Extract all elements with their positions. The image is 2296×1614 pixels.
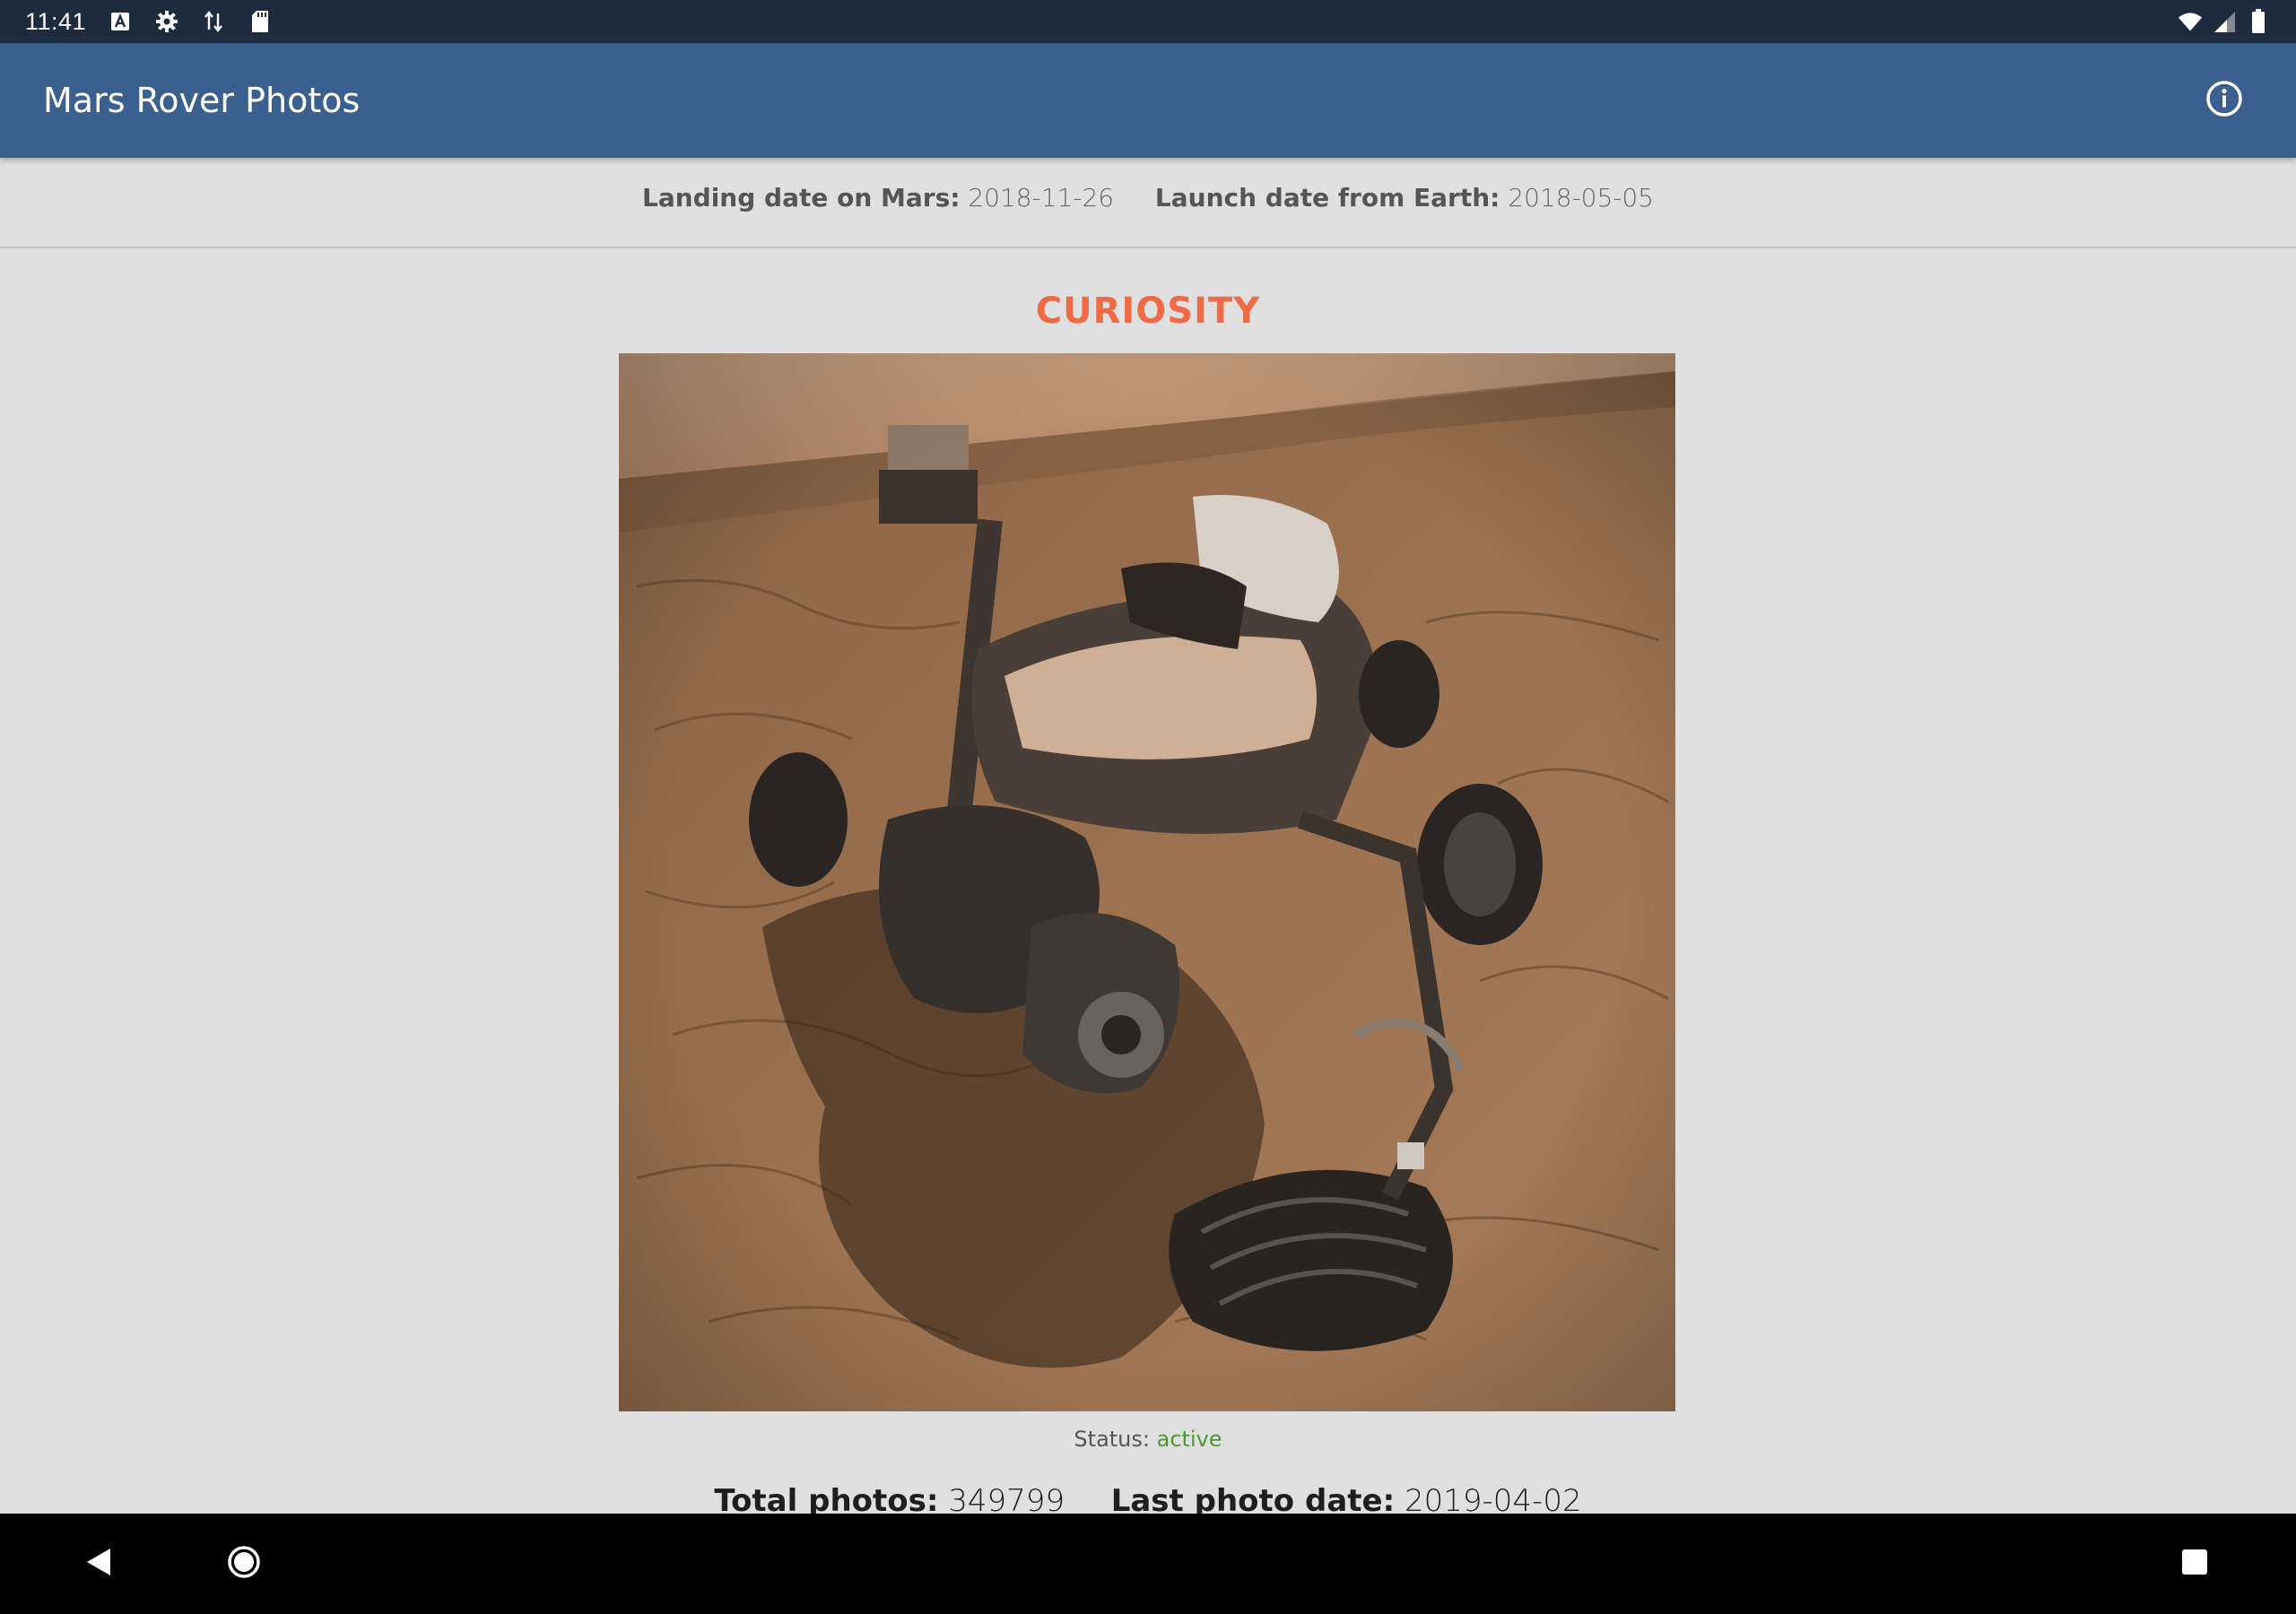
status-value: active [1156,1427,1222,1452]
launch-date-label: Launch date from Earth: [1154,183,1500,213]
rover-photo[interactable] [619,353,1675,1411]
gear-icon [154,9,179,34]
status-right-group [2178,9,2271,34]
app-title: Mars Rover Photos [43,81,361,120]
last-photo-date-value: 2019-04-02 [1405,1483,1582,1514]
total-photos-label: Total photos: [714,1483,939,1514]
previous-rover-dates: Landing date on Mars: 2018-11-26 Launch … [0,183,2296,213]
info-icon [2205,80,2243,121]
back-icon [83,1547,114,1581]
rover-status: Status: active [0,1427,2296,1452]
status-left-group: 11:41 [25,8,273,36]
total-photos-value: 349799 [948,1483,1065,1514]
landing-date-value: 2018-11-26 [968,183,1115,213]
back-button[interactable] [70,1535,127,1592]
data-transfer-icon [201,9,226,34]
system-navigation-bar [0,1514,2296,1614]
recents-button[interactable] [2166,1535,2223,1592]
recents-icon [2180,1548,2209,1580]
signal-icon [2212,9,2237,34]
home-icon [226,1544,262,1584]
landing-date-label: Landing date on Mars: [642,183,961,213]
battery-icon [2246,9,2271,34]
app-bar: Mars Rover Photos [0,43,2296,158]
system-status-bar: 11:41 [0,0,2296,43]
launch-date-value: 2018-05-05 [1508,183,1654,213]
sd-card-icon [248,9,273,34]
info-button[interactable] [2196,72,2253,129]
card-divider [0,247,2296,248]
rover-name[interactable]: CURIOSITY [0,291,2296,332]
status-label: Status: [1074,1427,1150,1452]
a-icon [108,9,133,34]
wifi-icon [2178,9,2203,34]
home-button[interactable] [215,1535,273,1592]
status-time: 11:41 [25,7,87,35]
rover-list[interactable]: Landing date on Mars: 2018-11-26 Launch … [0,158,2296,1514]
last-photo-date-label: Last photo date: [1110,1483,1396,1514]
rover-totals: Total photos: 349799 Last photo date: 20… [0,1483,2296,1514]
